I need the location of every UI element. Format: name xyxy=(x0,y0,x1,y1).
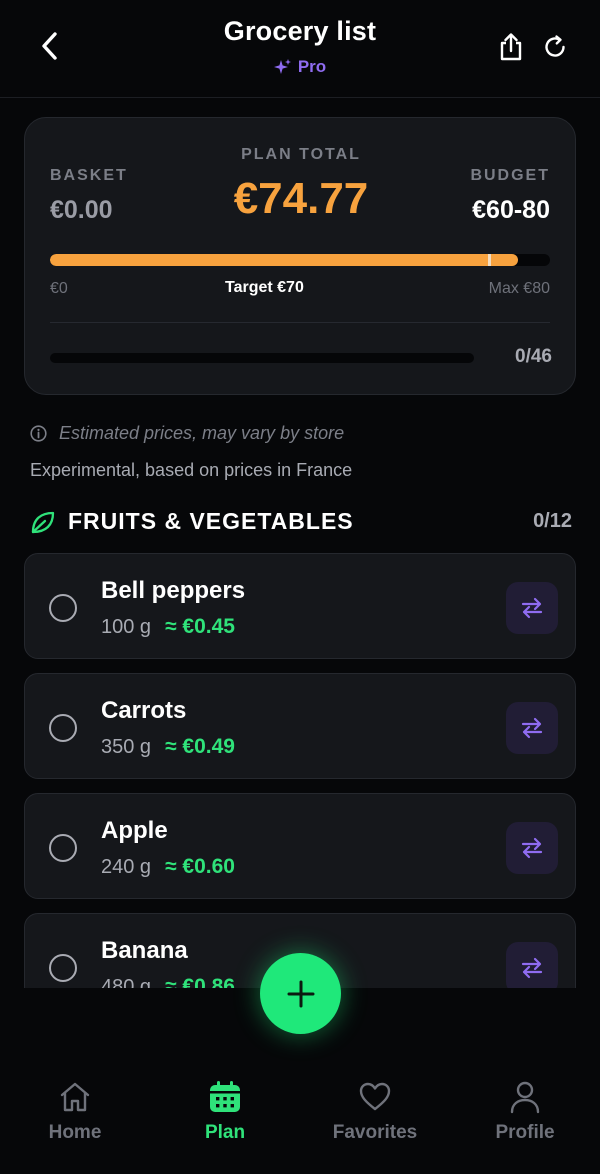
share-button[interactable] xyxy=(494,28,528,66)
nav-profile[interactable]: Profile xyxy=(450,1080,600,1144)
list-item[interactable]: Carrots 350 g ≈ €0.49 xyxy=(24,673,576,779)
card-divider xyxy=(50,322,550,323)
refresh-button[interactable] xyxy=(538,28,572,66)
nav-profile-label: Profile xyxy=(495,1122,555,1143)
item-checkbox[interactable] xyxy=(49,954,77,982)
budget-summary-card: BASKET €0.00 PLAN TOTAL €74.77 BUDGET €6… xyxy=(24,117,576,395)
budget-value: €60-80 xyxy=(472,196,550,224)
calendar-icon xyxy=(210,1081,240,1112)
nav-home-label: Home xyxy=(48,1122,102,1143)
section-count: 0/12 xyxy=(533,510,572,532)
nav-plan-label: Plan xyxy=(204,1122,246,1143)
item-checkbox[interactable] xyxy=(49,714,77,742)
budget-progress-bar xyxy=(50,254,550,266)
item-name: Bell peppers xyxy=(101,577,246,604)
heart-icon xyxy=(359,1082,391,1111)
items-checked-progress-bar xyxy=(50,353,474,363)
pro-badge-label: Pro xyxy=(297,57,327,76)
item-checkbox[interactable] xyxy=(49,594,77,622)
item-price: ≈ €0.60 xyxy=(165,855,235,878)
swap-item-button[interactable] xyxy=(506,822,558,874)
plus-icon xyxy=(287,980,314,1007)
swap-icon xyxy=(521,957,543,979)
app-header: Grocery list Pro xyxy=(0,0,600,98)
item-price: ≈ €0.49 xyxy=(165,735,235,758)
item-checkbox[interactable] xyxy=(49,834,77,862)
swap-icon xyxy=(521,717,543,739)
nav-home[interactable]: Home xyxy=(0,1080,150,1144)
item-quantity: 350 g xyxy=(101,735,152,758)
share-icon xyxy=(500,33,522,61)
experimental-note: Experimental, based on prices in France xyxy=(30,460,353,480)
item-quantity: 240 g xyxy=(101,855,152,878)
swap-item-button[interactable] xyxy=(506,942,558,988)
nav-favorites[interactable]: Favorites xyxy=(300,1080,450,1144)
refresh-icon xyxy=(545,35,565,57)
section-title: FRUITS & VEGETABLES xyxy=(68,508,354,534)
swap-icon xyxy=(521,597,543,619)
item-name: Banana xyxy=(101,937,188,964)
item-price: ≈ €0.45 xyxy=(165,615,235,638)
swap-icon xyxy=(521,837,543,859)
budget-label: BUDGET xyxy=(470,167,550,184)
bar-target-label: Target €70 xyxy=(225,279,304,296)
estimated-prices-text: Estimated prices, may vary by store xyxy=(59,423,345,443)
item-details: 480 g ≈ €0.86 xyxy=(101,975,235,988)
add-item-button[interactable] xyxy=(260,953,341,1034)
nav-plan[interactable]: Plan xyxy=(150,1080,300,1144)
sparkles-icon xyxy=(273,59,291,74)
list-item[interactable]: Bell peppers 100 g ≈ €0.45 xyxy=(24,553,576,659)
item-quantity: 480 g xyxy=(101,975,152,989)
item-price: ≈ €0.86 xyxy=(165,975,235,988)
info-icon xyxy=(30,425,47,442)
item-name: Carrots xyxy=(101,697,187,724)
swap-item-button[interactable] xyxy=(506,582,558,634)
budget-target-marker xyxy=(488,254,491,266)
bar-max-label: Max €80 xyxy=(488,280,550,297)
item-details: 100 g ≈ €0.45 xyxy=(101,615,235,639)
swap-item-button[interactable] xyxy=(506,702,558,754)
estimated-prices-note: Estimated prices, may vary by store xyxy=(30,423,344,444)
items-checked-count: 0/46 xyxy=(515,346,552,367)
leaf-icon xyxy=(31,511,55,534)
list-item[interactable]: Apple 240 g ≈ €0.60 xyxy=(24,793,576,899)
section-header: FRUITS & VEGETABLES 0/12 xyxy=(30,508,572,538)
item-details: 240 g ≈ €0.60 xyxy=(101,855,235,879)
nav-favorites-label: Favorites xyxy=(332,1122,418,1143)
budget-progress-fill xyxy=(50,254,518,266)
user-icon xyxy=(510,1081,540,1114)
item-quantity: 100 g xyxy=(101,615,152,638)
bar-min-label: €0 xyxy=(50,280,68,297)
plan-total-label: PLAN TOTAL xyxy=(241,146,361,163)
home-icon xyxy=(60,1082,90,1112)
item-details: 350 g ≈ €0.49 xyxy=(101,735,235,759)
item-name: Apple xyxy=(101,817,168,844)
